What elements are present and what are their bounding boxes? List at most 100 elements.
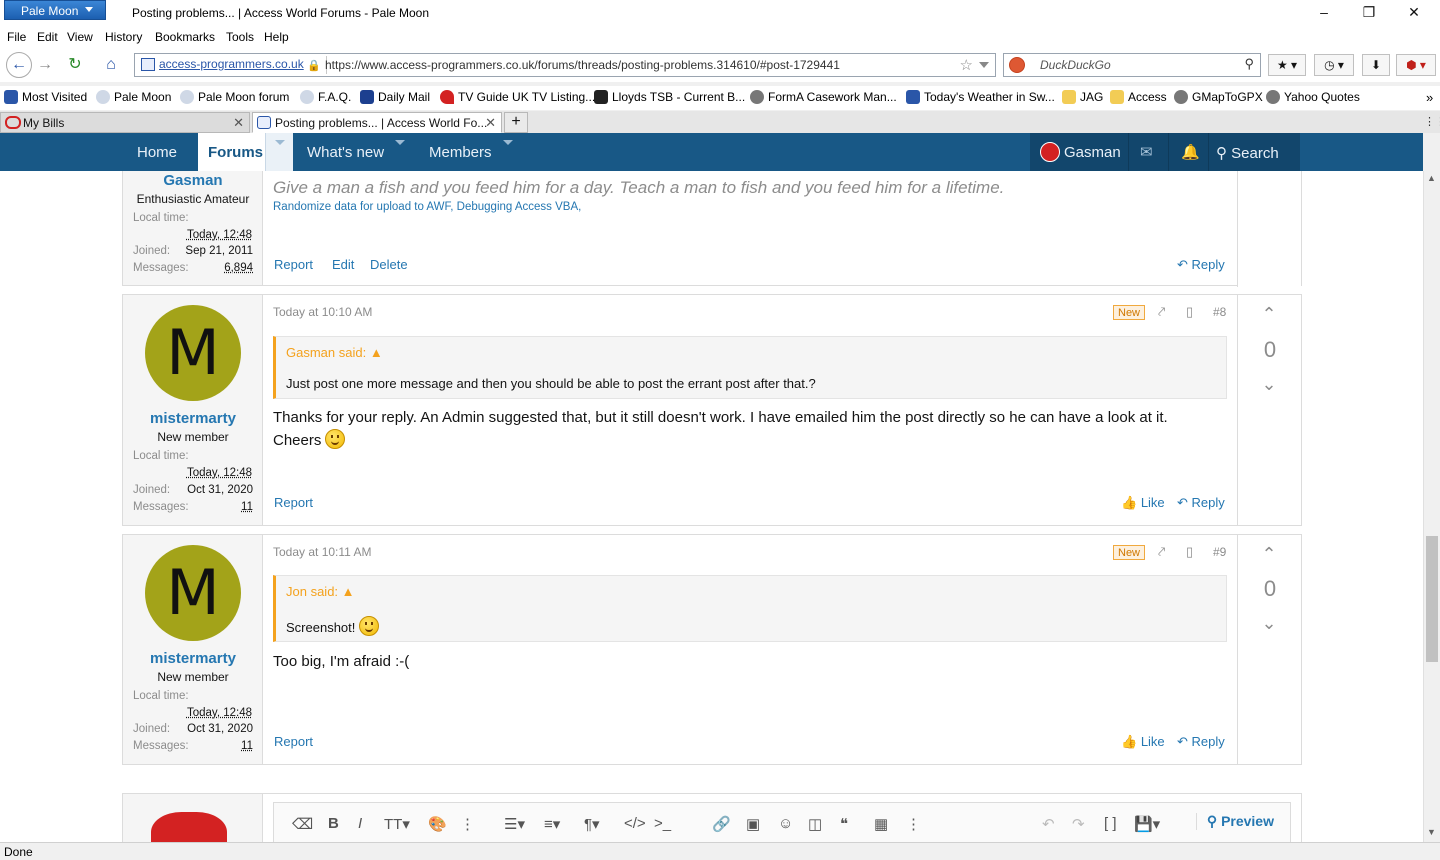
bookmark-icon[interactable]: ▯ [1186,544,1193,560]
bookmark-item[interactable]: Access [1110,90,1167,104]
close-tab-icon[interactable]: ✕ [485,115,496,131]
share-icon[interactable]: ⤤ [1158,544,1165,560]
bookmark-item[interactable]: GMapToGPX [1174,90,1263,104]
forward-icon[interactable]: → [34,54,56,76]
avatar[interactable]: M [145,545,241,641]
reload-icon[interactable]: ↻ [64,54,86,76]
bookmark-item[interactable]: Most Visited [4,90,87,104]
post-timestamp[interactable]: Today at 10:10 AM [273,305,372,319]
downvote-icon[interactable]: ⌄ [1260,375,1278,393]
share-icon[interactable]: ⤤ [1158,304,1165,320]
messages-value[interactable]: 11 [241,501,253,513]
bookmark-star-icon[interactable]: ☆ [960,56,973,74]
inbox-icon[interactable]: ✉ [1140,143,1153,161]
preview-button[interactable]: ⚲ Preview [1195,813,1274,830]
scroll-up-icon[interactable]: ▲ [1427,173,1436,183]
italic-icon[interactable]: I [358,815,362,832]
media-icon[interactable]: ◫ [808,815,822,833]
avatar[interactable] [1040,142,1060,162]
bookmark-item[interactable]: TV Guide UK TV Listing... [440,90,595,104]
vertical-scrollbar[interactable]: ▲ ▼ [1423,171,1440,842]
nav-home[interactable]: Home [137,133,177,171]
url-dropdown-icon[interactable] [979,62,989,68]
bookmark-item[interactable]: Pale Moon forum [180,90,289,104]
like-button[interactable]: 👍 Like [1121,734,1165,750]
bell-icon[interactable]: 🔔 [1181,143,1200,161]
reply-button[interactable]: ↶ Reply [1177,257,1225,273]
avatar[interactable]: M [145,305,241,401]
downloads-icon[interactable]: ⬇ [1362,54,1390,76]
list-icon[interactable]: ☰▾ [504,815,525,833]
like-button[interactable]: 👍 Like [1121,495,1165,511]
report-link[interactable]: Report [274,257,313,272]
post-number[interactable]: #9 [1213,545,1226,559]
messages-value[interactable]: 11 [241,740,253,752]
bookmark-item[interactable]: Pale Moon [96,90,171,104]
search-bar[interactable]: DuckDuckGo ⚲ [1003,53,1261,77]
list-tabs-icon[interactable]: ⋮⋮ [1424,115,1440,128]
adblock-icon[interactable]: ⬢ ▾ [1396,54,1436,76]
tab-my-bills[interactable]: My Bills ✕ [0,112,250,133]
palette-icon[interactable]: 🎨 [428,815,447,833]
bookmark-item[interactable]: Today's Weather in Sw... [906,90,1055,104]
menu-bookmarks[interactable]: Bookmarks [155,30,215,44]
upvote-icon[interactable]: ⌃ [1260,545,1278,563]
scroll-down-icon[interactable]: ▼ [1427,827,1436,837]
bookmark-item[interactable]: JAG [1062,90,1103,104]
duckduckgo-icon[interactable] [1009,57,1025,73]
menu-view[interactable]: View [67,30,93,44]
site-identity-button[interactable]: access-programmers.co.uk 🔒 [137,56,327,74]
bookmark-item[interactable]: Daily Mail [360,90,430,104]
menu-edit[interactable]: Edit [37,30,58,44]
minimize-icon[interactable]: – [1314,4,1334,24]
post-username[interactable]: Gasman [123,172,263,189]
menu-file[interactable]: File [7,30,26,44]
bookmarks-overflow-icon[interactable]: » [1426,90,1433,105]
new-tab-button[interactable]: + [504,112,528,133]
bookmark-icon[interactable]: ▯ [1186,304,1193,320]
menu-history[interactable]: History [105,30,142,44]
url-bar[interactable]: access-programmers.co.uk 🔒 https://www.ac… [134,53,996,77]
menu-help[interactable]: Help [264,30,289,44]
post-username[interactable]: mistermarty [123,650,263,667]
messages-value[interactable]: 6,894 [224,262,253,274]
history-icon[interactable]: ◷ ▾ [1314,54,1354,76]
account-username[interactable]: Gasman [1064,144,1121,161]
paragraph-icon[interactable]: ¶▾ [584,815,600,833]
quote-author[interactable]: Jon said: ▲ [286,584,355,599]
more-options-icon[interactable]: ⋮ [460,815,475,833]
bold-icon[interactable]: B [328,815,339,832]
app-menu-button[interactable]: Pale Moon [4,0,106,20]
bookmark-item[interactable]: Lloyds TSB - Current B... [594,90,745,104]
downvote-icon[interactable]: ⌄ [1260,614,1278,632]
bookmark-item[interactable]: FormA Casework Man... [750,90,897,104]
post-timestamp[interactable]: Today at 10:11 AM [273,545,372,559]
url-text[interactable]: https://www.access-programmers.co.uk/for… [325,58,840,72]
menu-tools[interactable]: Tools [226,30,254,44]
quote-author[interactable]: Gasman said: ▲ [286,345,383,360]
delete-link[interactable]: Delete [370,257,408,272]
emoji-icon[interactable]: ☺ [778,815,793,832]
nav-forums[interactable]: Forums [198,133,274,171]
more-options-icon[interactable]: ⋮ [906,815,921,833]
bookmark-item[interactable]: F.A.Q. [300,90,351,104]
redo-icon[interactable]: ↷ [1072,815,1085,833]
table-icon[interactable]: ▦ [874,815,888,833]
close-icon[interactable]: ✕ [1404,4,1424,24]
image-icon[interactable]: ▣ [746,815,760,833]
reply-button[interactable]: ↶ Reply [1177,734,1225,750]
members-dropdown[interactable] [494,133,522,171]
scrollbar-thumb[interactable] [1426,536,1438,662]
nav-whats-new[interactable]: What's new [307,133,384,171]
nav-members[interactable]: Members [429,133,492,171]
restore-icon[interactable]: ❐ [1359,4,1379,24]
inline-code-icon[interactable]: >_ [654,815,671,832]
undo-icon[interactable]: ↶ [1042,815,1055,833]
bbcode-toggle-icon[interactable]: [ ] [1104,815,1117,832]
quote-icon[interactable]: ❝ [840,815,848,833]
report-link[interactable]: Report [274,734,313,749]
edit-link[interactable]: Edit [332,257,354,272]
bookmarks-menu-icon[interactable]: ★ ▾ [1268,54,1306,76]
align-icon[interactable]: ≡▾ [544,815,560,833]
upvote-icon[interactable]: ⌃ [1260,305,1278,323]
